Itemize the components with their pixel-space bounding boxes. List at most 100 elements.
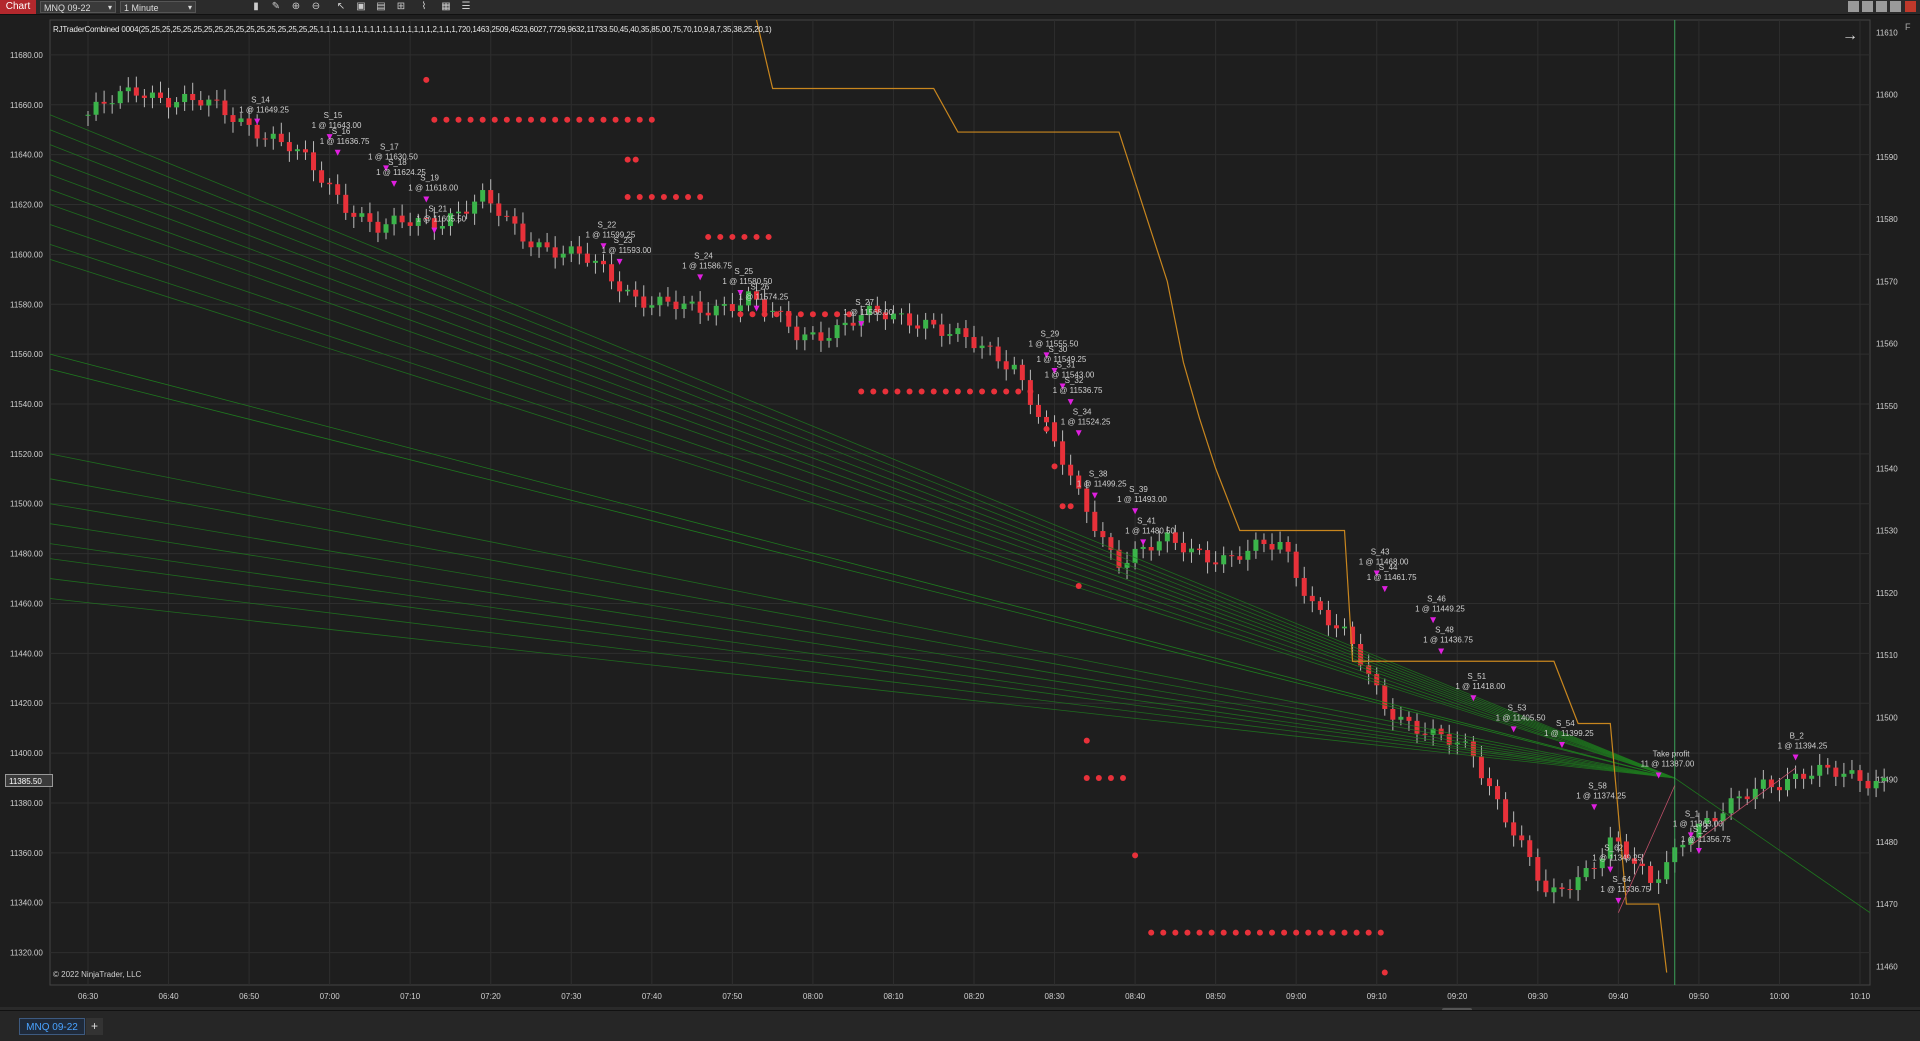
stop-dot — [785, 311, 792, 318]
left-axis-tick: 11620.00 — [10, 201, 43, 210]
x-axis-tick: 06:40 — [159, 992, 180, 1001]
stop-dot — [1208, 929, 1215, 936]
stop-dot — [1269, 929, 1276, 936]
trade-label: S_23 — [614, 236, 633, 245]
candle-body — [238, 118, 244, 122]
candle-body — [407, 222, 413, 226]
candle-body — [311, 152, 317, 171]
candle-body — [464, 211, 470, 214]
arrow-right-icon[interactable]: → — [1842, 27, 1858, 45]
candle-body — [633, 289, 639, 297]
right-axis-tick: 11580 — [1876, 215, 1898, 224]
stop-dot — [479, 116, 486, 123]
trade-label: S_30 — [1049, 345, 1068, 354]
candle-body — [230, 115, 236, 122]
candle-body — [1229, 555, 1235, 557]
stop-dot — [1043, 425, 1050, 432]
trade-label: S_38 — [1089, 470, 1108, 479]
trade-fill: 11 @ 11387.00 — [1641, 760, 1695, 769]
candle-body — [1833, 767, 1839, 777]
trade-label: S_1 — [1685, 809, 1700, 818]
stop-dot — [1015, 388, 1022, 395]
right-axis-tick: 11490 — [1876, 776, 1898, 785]
right-axis-tick: 11540 — [1876, 464, 1898, 473]
x-axis-tick: 06:50 — [239, 992, 260, 1001]
price-chart[interactable]: 11680.00 11660.00 11640.00 11620.00 11600.00… — [0, 0, 1920, 1010]
trade-label: S_34 — [1073, 407, 1092, 416]
x-axis-tick: 07:00 — [320, 992, 341, 1001]
candle-body — [206, 99, 212, 106]
left-axis-tick: 11480.00 — [10, 550, 43, 559]
trade-fill: 1 @ 11349.25 — [1592, 854, 1642, 863]
trade-label: S_26 — [751, 283, 770, 292]
trade-label: S_58 — [1588, 781, 1607, 790]
stop-dot — [705, 233, 712, 240]
candle-body — [1325, 609, 1331, 626]
candle-body — [834, 325, 840, 339]
stop-dot — [1196, 929, 1203, 936]
x-axis-tick: 08:50 — [1206, 992, 1227, 1001]
candle-body — [560, 253, 566, 258]
corner-label: F — [1905, 22, 1911, 32]
stop-dot — [1184, 929, 1191, 936]
candle-body — [133, 87, 139, 96]
candle-body — [552, 247, 558, 258]
trade-label: B_2 — [1790, 731, 1805, 740]
candle-body — [1293, 551, 1299, 578]
right-axis-tick: 11500 — [1876, 713, 1898, 722]
x-axis-tick: 08:40 — [1125, 992, 1146, 1001]
right-axis-tick: 11470 — [1876, 900, 1898, 909]
stop-dot — [636, 116, 643, 123]
candle-body — [1285, 541, 1291, 552]
candle-body — [1865, 780, 1871, 789]
trade-fill: 1 @ 11574.25 — [739, 293, 789, 302]
x-axis-tick: 07:50 — [722, 992, 743, 1001]
candle-body — [778, 310, 784, 312]
stop-dot — [741, 233, 748, 240]
x-axis-tick: 08:30 — [1045, 992, 1066, 1001]
candle-body — [456, 211, 462, 214]
candle-body — [1019, 364, 1025, 381]
candle-body — [1301, 577, 1307, 596]
stop-dot — [1281, 929, 1288, 936]
candle-body — [689, 301, 695, 304]
candle-body — [1736, 796, 1742, 799]
add-tab-button[interactable]: + — [86, 1018, 103, 1035]
trade-label: S_25 — [734, 267, 753, 276]
candle-body — [157, 92, 163, 98]
stop-dot — [1132, 852, 1139, 859]
trade-fill: 1 @ 11336.75 — [1600, 885, 1650, 894]
candle-body — [1567, 889, 1573, 891]
instrument-tab[interactable]: MNQ 09-22 — [19, 1018, 85, 1035]
candle-body — [1221, 555, 1227, 565]
stop-dot — [821, 311, 828, 318]
trade-fill: 1 @ 11418.00 — [1455, 682, 1505, 691]
candle-body — [1809, 775, 1815, 779]
candle-body — [1551, 887, 1557, 893]
trade-fill: 1 @ 11449.25 — [1415, 604, 1465, 613]
candle-body — [1245, 550, 1251, 560]
candle-body — [1052, 422, 1058, 442]
candle-body — [1543, 880, 1549, 893]
candle-body — [842, 322, 848, 326]
candle-body — [1156, 541, 1162, 551]
candle-body — [1680, 844, 1686, 848]
candle-body — [1583, 868, 1589, 878]
candle-body — [512, 216, 518, 224]
candle-body — [1575, 877, 1581, 891]
left-axis-tick: 11460.00 — [10, 599, 43, 608]
trade-label: S_17 — [380, 142, 399, 151]
candle-body — [528, 241, 534, 248]
candle-body — [1817, 764, 1823, 776]
candle-body — [1060, 441, 1066, 465]
candle-body — [826, 338, 832, 341]
stop-dot — [1003, 388, 1010, 395]
candle-body — [125, 87, 131, 92]
right-axis-tick: 11520 — [1876, 589, 1898, 598]
x-axis-tick: 09:00 — [1286, 992, 1307, 1001]
candle-body — [1342, 626, 1348, 629]
trade-label: S_16 — [332, 127, 351, 136]
stop-dot — [749, 311, 756, 318]
trade-fill: 1 @ 11649.25 — [239, 106, 289, 115]
candle-body — [1261, 539, 1267, 545]
